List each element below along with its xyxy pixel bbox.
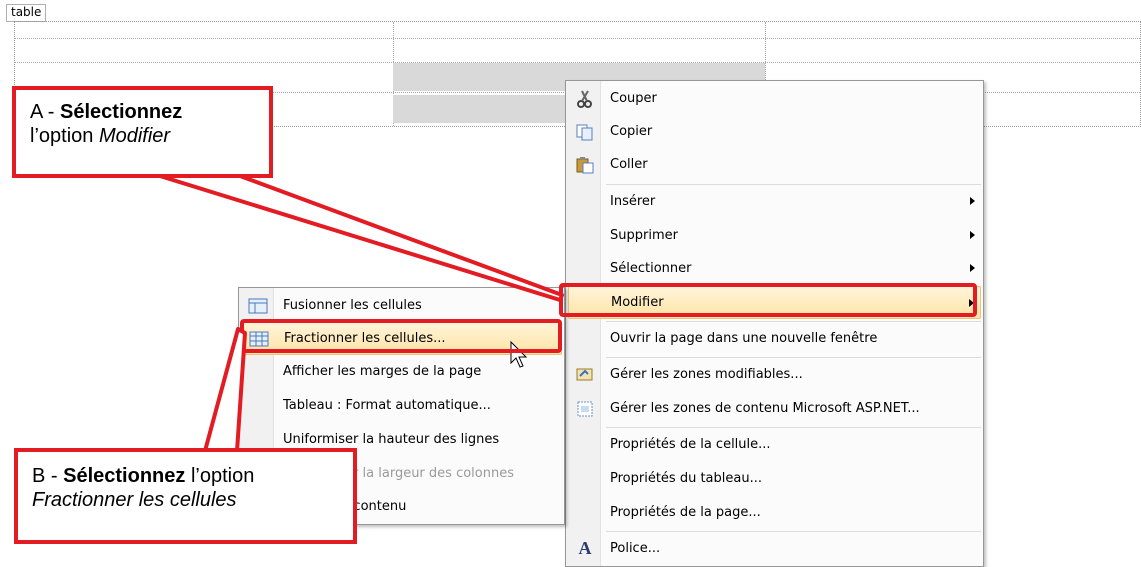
font-icon: A — [578, 538, 592, 558]
menu-item-label: Coller — [610, 157, 648, 172]
menu-item-label: Supprimer — [610, 228, 678, 243]
menu-item-label: Uniformiser la hauteur des lignes — [283, 432, 500, 447]
callout-italic: Modifier — [98, 125, 171, 147]
paste-icon — [570, 150, 600, 180]
menu-item-label: Gérer les zones de contenu Microsoft ASP… — [610, 401, 920, 416]
merge-cells-icon — [243, 291, 273, 321]
table-tag: table — [6, 4, 47, 22]
callout-text: l’option — [185, 465, 255, 487]
callout-a-line2: l’option Modifier — [30, 124, 255, 148]
menu-item-label: Modifier — [611, 295, 664, 310]
menu-item-label: Sélectionner — [610, 261, 692, 276]
callout-text: l’option — [30, 125, 99, 147]
callout-a: A - Sélectionnez l’option Modifier — [12, 86, 273, 178]
submenu-item-marges[interactable]: Afficher les marges de la page — [241, 355, 562, 388]
menu-item-label: Gérer les zones modifiables... — [610, 367, 803, 382]
submenu-arrow-icon — [970, 264, 975, 272]
callout-a-line1: A - Sélectionnez — [30, 100, 255, 124]
menu-item-police[interactable]: A Police... — [568, 532, 981, 565]
submenu-arrow-icon — [970, 231, 975, 239]
menu-item-proprietes-cellule[interactable]: Propriétés de la cellule... — [568, 428, 981, 461]
menu-item-proprietes-page[interactable]: Propriétés de la page... — [568, 496, 981, 529]
menu-item-selectionner[interactable]: Sélectionner — [568, 252, 981, 285]
menu-item-label: Propriétés de la page... — [610, 505, 761, 520]
context-menu: Couper Copier Coller Insérer Supprimer S… — [565, 80, 984, 567]
menu-item-label: Propriétés de la cellule... — [610, 437, 771, 452]
menu-item-modifier[interactable]: Modifier — [568, 286, 981, 319]
submenu-arrow-icon — [969, 299, 974, 307]
menu-item-label: Copier — [610, 124, 653, 139]
menu-item-label: Tableau : Format automatique... — [283, 398, 491, 413]
menu-item-copier[interactable]: Copier — [568, 115, 981, 148]
submenu-arrow-icon — [970, 197, 975, 205]
callout-b-line1: B - Sélectionnez l’option — [32, 464, 339, 488]
menu-item-label: Fusionner les cellules — [283, 298, 422, 313]
submenu-item-format-auto[interactable]: Tableau : Format automatique... — [241, 389, 562, 422]
table-gridline — [15, 38, 1140, 39]
menu-item-couper[interactable]: Couper — [568, 82, 981, 115]
menu-item-proprietes-tableau[interactable]: Propriétés du tableau... — [568, 462, 981, 495]
callout-b: B - Sélectionnez l’option Fractionner le… — [14, 448, 357, 544]
menu-item-label: Afficher les marges de la page — [283, 364, 482, 379]
menu-item-label: Couper — [610, 91, 657, 106]
callout-italic: Fractionner les cellules — [32, 489, 237, 511]
submenu-item-fusionner[interactable]: Fusionner les cellules — [241, 289, 562, 322]
menu-item-zones-contenu[interactable]: Gérer les zones de contenu Microsoft ASP… — [568, 392, 981, 425]
callout-prefix: B - — [32, 465, 64, 487]
menu-item-label: Police... — [610, 541, 661, 556]
callout-b-line2: Fractionner les cellules — [32, 488, 339, 512]
editable-regions-icon — [570, 360, 600, 390]
menu-item-label: Fractionner les cellules... — [284, 331, 446, 346]
menu-item-label: Propriétés du tableau... — [610, 471, 762, 486]
menu-item-inserer[interactable]: Insérer — [568, 185, 981, 218]
menu-item-zones-modifiables[interactable]: Gérer les zones modifiables... — [568, 358, 981, 391]
menu-item-coller[interactable]: Coller — [568, 148, 981, 181]
callout-bold: Sélectionnez — [63, 465, 186, 487]
submenu-item-fractionner[interactable]: Fractionner les cellules... — [241, 322, 562, 355]
content-regions-icon — [570, 394, 600, 424]
split-cells-icon — [244, 324, 274, 354]
callout-bold: Sélectionnez — [60, 101, 183, 123]
menu-item-label: Ouvrir la page dans une nouvelle fenêtre — [610, 331, 878, 346]
menu-item-supprimer[interactable]: Supprimer — [568, 219, 981, 252]
scissors-icon — [570, 84, 600, 114]
menu-item-label: Insérer — [610, 194, 656, 209]
copy-icon — [570, 117, 600, 147]
callout-prefix: A - — [30, 101, 61, 123]
menu-item-ouvrir-nouvelle-fenetre[interactable]: Ouvrir la page dans une nouvelle fenêtre — [568, 322, 981, 355]
